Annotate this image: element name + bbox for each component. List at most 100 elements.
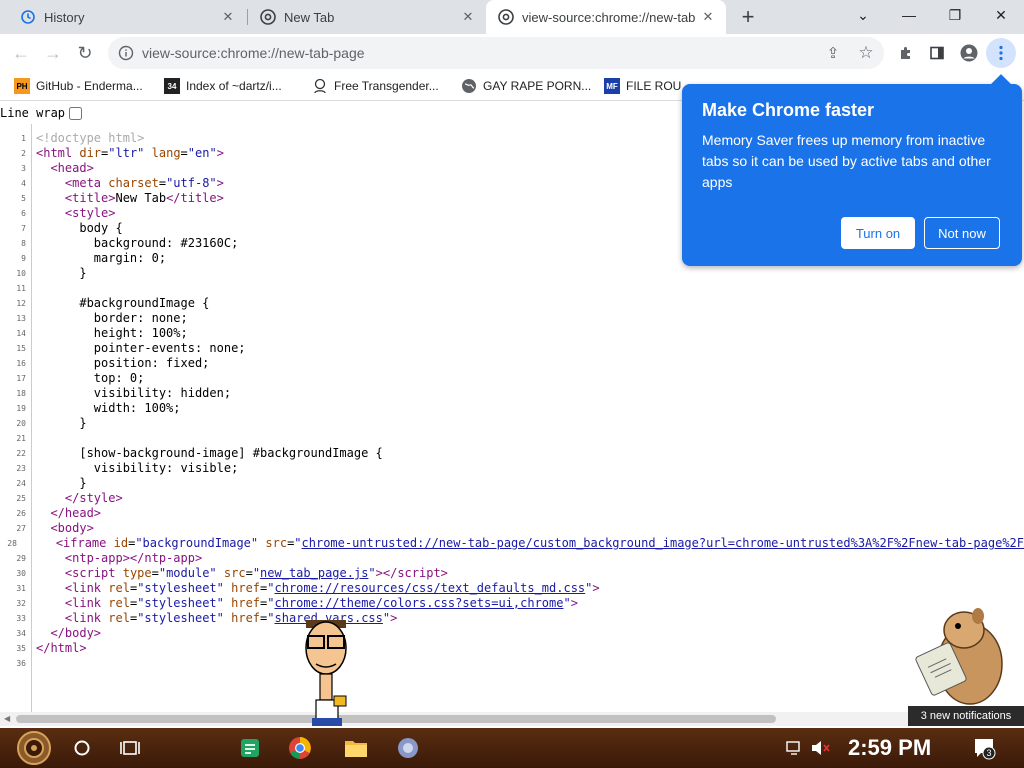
bookmark-file-rou[interactable]: MF FILE ROU	[604, 77, 681, 95]
share-icon[interactable]: ⇪	[818, 38, 848, 68]
info-icon[interactable]	[118, 45, 134, 61]
source-code: <body>	[50, 521, 94, 535]
bookmark-label: Index of ~dartz/i...	[186, 79, 282, 93]
source-code: width: 100%;	[36, 401, 181, 415]
line-number: 15	[16, 344, 26, 353]
source-code: <script type="module" src="new_tab_page.…	[64, 566, 448, 580]
source-line: 16 position: fixed;	[0, 356, 1024, 371]
bookmark-index-dartz[interactable]: 34 Index of ~dartz/i...	[164, 77, 282, 95]
minimize-icon[interactable]: —	[886, 0, 932, 30]
line-number: 3	[21, 164, 26, 173]
not-now-button[interactable]: Not now	[924, 217, 1000, 249]
notification-center-icon[interactable]: 3	[968, 732, 1000, 764]
bookmark-github[interactable]: PH GitHub - Enderma...	[14, 77, 143, 95]
source-line: 12 #backgroundImage {	[0, 296, 1024, 311]
address-bar[interactable]: view-source:chrome://new-tab-page	[108, 37, 884, 69]
start-steampunk-icon[interactable]	[14, 730, 54, 766]
source-code: <link rel="stylesheet" href="chrome://th…	[64, 596, 578, 610]
bookmark-star-icon[interactable]: ☆	[851, 38, 881, 68]
bookmark-gay-rape-porn[interactable]: GAY RAPE PORN...	[461, 77, 591, 95]
notifications-toast[interactable]: 3 new notifications	[908, 706, 1024, 726]
source-line: 27 <body>	[0, 521, 1024, 536]
line-number: 31	[16, 584, 26, 593]
close-icon[interactable]: ✕	[458, 9, 478, 25]
bubble-title: Make Chrome faster	[702, 100, 875, 120]
horizontal-scrollbar[interactable]: ◀	[0, 712, 1024, 726]
source-code: margin: 0;	[36, 251, 167, 265]
source-code: </head>	[50, 506, 102, 520]
source-line: 10 }	[0, 266, 1024, 281]
source-code: }	[36, 266, 87, 280]
tab-new-tab[interactable]: New Tab ✕	[248, 0, 486, 34]
turn-on-button[interactable]: Turn on	[841, 217, 915, 249]
line-number: 2	[21, 149, 26, 158]
close-icon[interactable]: ✕	[698, 9, 718, 25]
source-code: pointer-events: none;	[36, 341, 246, 355]
line-number: 13	[16, 314, 26, 323]
source-line: 33 <link rel="stylesheet" href="shared_v…	[0, 611, 1024, 626]
line-number: 27	[16, 524, 26, 533]
file-explorer-icon[interactable]	[340, 732, 372, 764]
line-number: 11	[16, 284, 26, 293]
line-number: 1	[21, 134, 26, 143]
line-number: 24	[16, 479, 26, 488]
source-code: visibility: visible;	[36, 461, 239, 475]
volume-muted-icon[interactable]	[808, 732, 832, 764]
bookmark-label: GAY RAPE PORN...	[483, 79, 592, 93]
back-arrow-icon[interactable]: ←	[6, 38, 36, 68]
forward-arrow-icon[interactable]: →	[38, 38, 68, 68]
bookmark-label: Free Transgender...	[334, 79, 439, 93]
gear-app-icon[interactable]	[392, 732, 424, 764]
source-code: visibility: hidden;	[36, 386, 232, 400]
line-number: 17	[16, 374, 26, 383]
task-view-icon[interactable]	[114, 732, 146, 764]
source-code: top: 0;	[36, 371, 145, 385]
line-number: 21	[16, 434, 26, 443]
source-line: 36	[0, 656, 1024, 671]
line-wrap-checkbox[interactable]	[69, 106, 83, 120]
tab-label: New Tab	[284, 9, 335, 25]
source-line: 15 pointer-events: none;	[0, 341, 1024, 356]
history-icon	[20, 9, 36, 25]
folder-34-icon: 34	[164, 78, 180, 94]
hamster-mascot-image	[912, 602, 1012, 710]
tab-history[interactable]: History ✕	[0, 0, 246, 34]
search-circle-icon[interactable]	[66, 732, 98, 764]
close-icon[interactable]: ✕	[218, 9, 238, 25]
tab-view-source[interactable]: view-source:chrome://new-tab ✕	[486, 0, 726, 34]
side-panel-icon[interactable]	[922, 38, 952, 68]
line-number: 25	[16, 494, 26, 503]
source-line: 20 }	[0, 416, 1024, 431]
window-close-icon[interactable]: ✕	[978, 0, 1024, 30]
source-line: 25 </style>	[0, 491, 1024, 506]
line-number: 22	[16, 449, 26, 458]
line-number: 10	[16, 269, 26, 278]
chrome-taskbar-icon[interactable]	[284, 732, 316, 764]
restore-icon[interactable]: ❐	[932, 0, 978, 30]
taskbar-clock[interactable]: 2:59 PM	[848, 728, 931, 768]
network-icon[interactable]	[782, 732, 806, 764]
line-number: 4	[21, 179, 26, 188]
bookmark-label: FILE ROU	[626, 79, 682, 93]
line-number: 35	[16, 644, 26, 653]
bookmark-free-transgender[interactable]: Free Transgender...	[312, 77, 439, 95]
source-code: body {	[36, 221, 123, 235]
line-number: 28	[7, 539, 17, 548]
new-tab-plus-icon[interactable]: +	[738, 5, 758, 29]
source-line: 29 <ntp-app></ntp-app>	[0, 551, 1024, 566]
reload-icon[interactable]: ↻	[70, 38, 100, 68]
tab-search-chevron-icon[interactable]: ⌄	[840, 0, 886, 30]
extensions-puzzle-icon[interactable]	[891, 38, 921, 68]
scrollbar-thumb[interactable]	[16, 715, 776, 723]
menu-kebab-icon[interactable]	[986, 38, 1016, 68]
source-code: background: #23160C;	[36, 236, 239, 250]
source-code: <iframe id="backgroundImage" src="chrome…	[55, 536, 1024, 550]
green-app-icon[interactable]	[234, 732, 266, 764]
ph-icon: PH	[14, 78, 30, 94]
profile-avatar-icon[interactable]	[954, 38, 984, 68]
source-code: }	[36, 476, 87, 490]
scroll-left-arrow-icon[interactable]: ◀	[4, 714, 10, 723]
source-code: #backgroundImage {	[36, 296, 210, 310]
line-wrap-control: Line wrap	[0, 104, 83, 122]
line-number: 32	[16, 599, 26, 608]
